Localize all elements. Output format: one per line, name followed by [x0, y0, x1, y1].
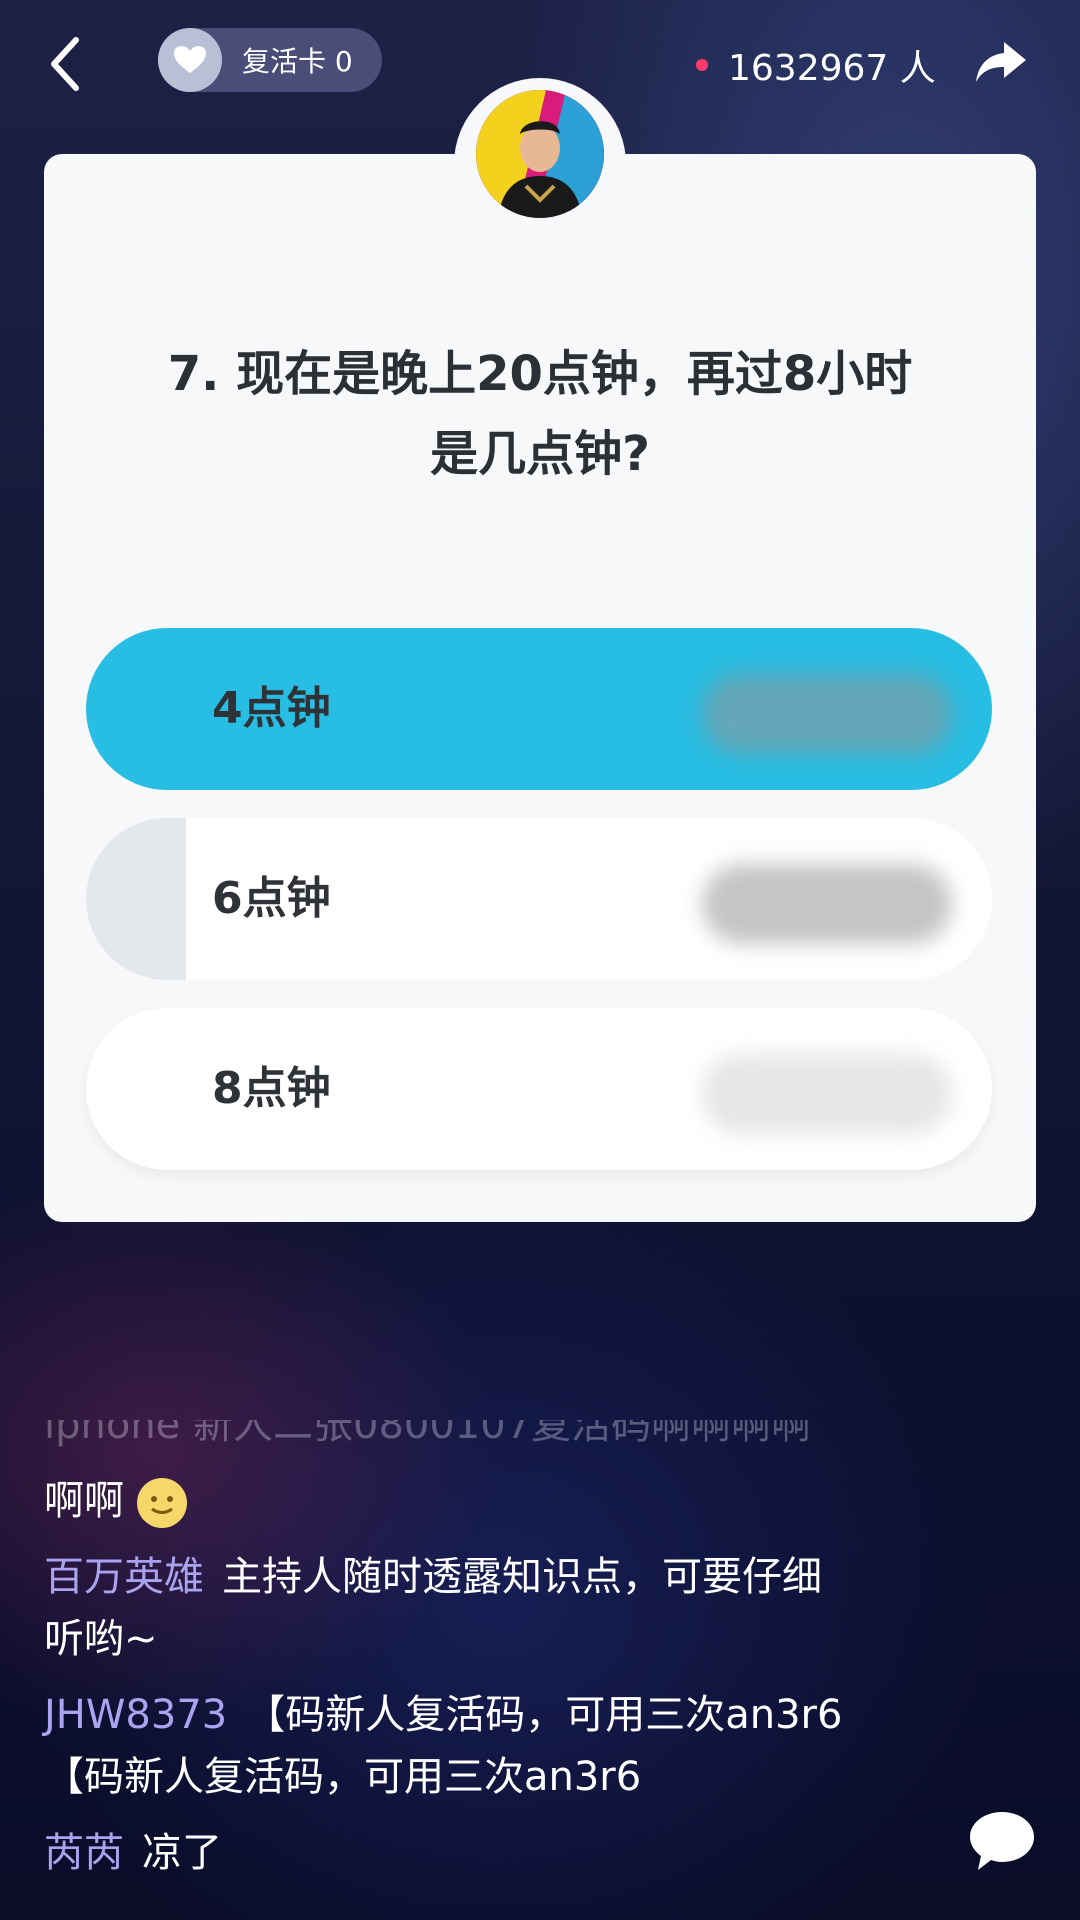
heart-icon: [158, 28, 222, 92]
option-label: 4点钟: [212, 683, 331, 734]
host-avatar: [476, 90, 604, 218]
option-progress-fill: [86, 818, 186, 980]
chat-text-continued: 听哟~: [44, 1616, 158, 1662]
blurred-percentage: [702, 674, 952, 754]
chat-text: 【码新人复活码，可用三次an3r6: [245, 1692, 843, 1738]
option-2[interactable]: 6点钟: [86, 818, 992, 980]
chat-username[interactable]: 百万英雄: [44, 1554, 204, 1600]
viewer-counter: 1632967 人: [696, 40, 936, 90]
chat-message: 芮芮 凉了: [44, 1822, 924, 1884]
question-line-2: 是几点钟?: [430, 426, 650, 482]
question-line-1: 7. 现在是晚上20点钟，再过8小时: [167, 346, 913, 402]
revive-card-badge[interactable]: 复活卡 0: [158, 28, 382, 92]
chat-message: 百万英雄 主持人随时透露知识点，可要仔细 听哟~: [44, 1546, 924, 1670]
revive-card-count: 复活卡 0: [242, 45, 353, 78]
question-text: 7. 现在是晚上20点钟，再过8小时 是几点钟?: [44, 334, 1036, 494]
chat-text: 啊啊: [44, 1478, 124, 1524]
chat-faded-line: iphone 新人二张0800107复活码啊啊啊啊: [44, 1420, 812, 1448]
viewer-count: 1632967 人: [728, 48, 936, 89]
chat-text: 凉了: [142, 1830, 222, 1876]
option-label: 8点钟: [212, 1063, 331, 1114]
option-label: 6点钟: [212, 873, 331, 924]
back-button[interactable]: [44, 34, 88, 94]
comment-button[interactable]: [966, 1806, 1038, 1878]
chat-message: 啊啊: [44, 1470, 924, 1532]
option-3[interactable]: 8点钟: [86, 1008, 992, 1170]
chat-text: 主持人随时透露知识点，可要仔细: [222, 1554, 822, 1600]
blurred-percentage: [702, 864, 952, 944]
share-arrow-icon: [976, 42, 1026, 82]
chat-username[interactable]: JHW8373: [44, 1692, 227, 1738]
smile-emoji-icon: [136, 1478, 187, 1528]
blurred-percentage: [702, 1054, 952, 1134]
share-button[interactable]: [974, 38, 1028, 88]
back-arrow-icon: [51, 37, 79, 91]
option-1[interactable]: 4点钟: [86, 628, 992, 790]
chat-message: JHW8373 【码新人复活码，可用三次an3r6 【码新人复活码，可用三次an3…: [44, 1684, 924, 1808]
chat-bubble-icon: [970, 1812, 1034, 1870]
live-dot-icon: [696, 59, 708, 71]
chat-username[interactable]: 芮芮: [44, 1830, 124, 1876]
question-card: 7. 现在是晚上20点钟，再过8小时 是几点钟? 4点钟 6点钟 8点钟: [44, 154, 1036, 1222]
chat-text-continued: 【码新人复活码，可用三次an3r6: [44, 1754, 642, 1800]
